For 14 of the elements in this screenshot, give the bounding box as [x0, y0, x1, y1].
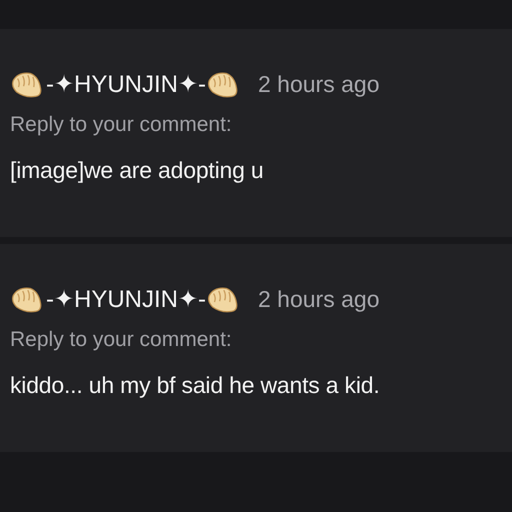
username[interactable]: -✦HYUNJIN✦- [44, 284, 206, 314]
reply-label: Reply to your comment: [10, 113, 233, 137]
dumpling-icon [206, 284, 240, 314]
comment-text: kiddo... uh my bf said he wants a kid. [10, 372, 381, 399]
timestamp: 2 hours ago [258, 286, 380, 312]
username[interactable]: -✦HYUNJIN✦- [44, 70, 206, 98]
notification-card[interactable]: -✦HYUNJIN✦- 2 hours ago Reply to your comment: [image]we are adopting u [0, 29, 512, 237]
reply-label: Reply to your comment: [10, 328, 233, 352]
dumpling-icon [206, 70, 240, 98]
dumpling-icon [10, 284, 44, 314]
timestamp: 2 hours ago [258, 70, 380, 98]
notification-card[interactable]: -✦HYUNJIN✦- 2 hours ago Reply to your comment: kiddo... uh my bf said he wants a kid. [0, 244, 512, 452]
comment-text: [image]we are adopting u [10, 157, 264, 184]
dumpling-icon [10, 70, 44, 98]
